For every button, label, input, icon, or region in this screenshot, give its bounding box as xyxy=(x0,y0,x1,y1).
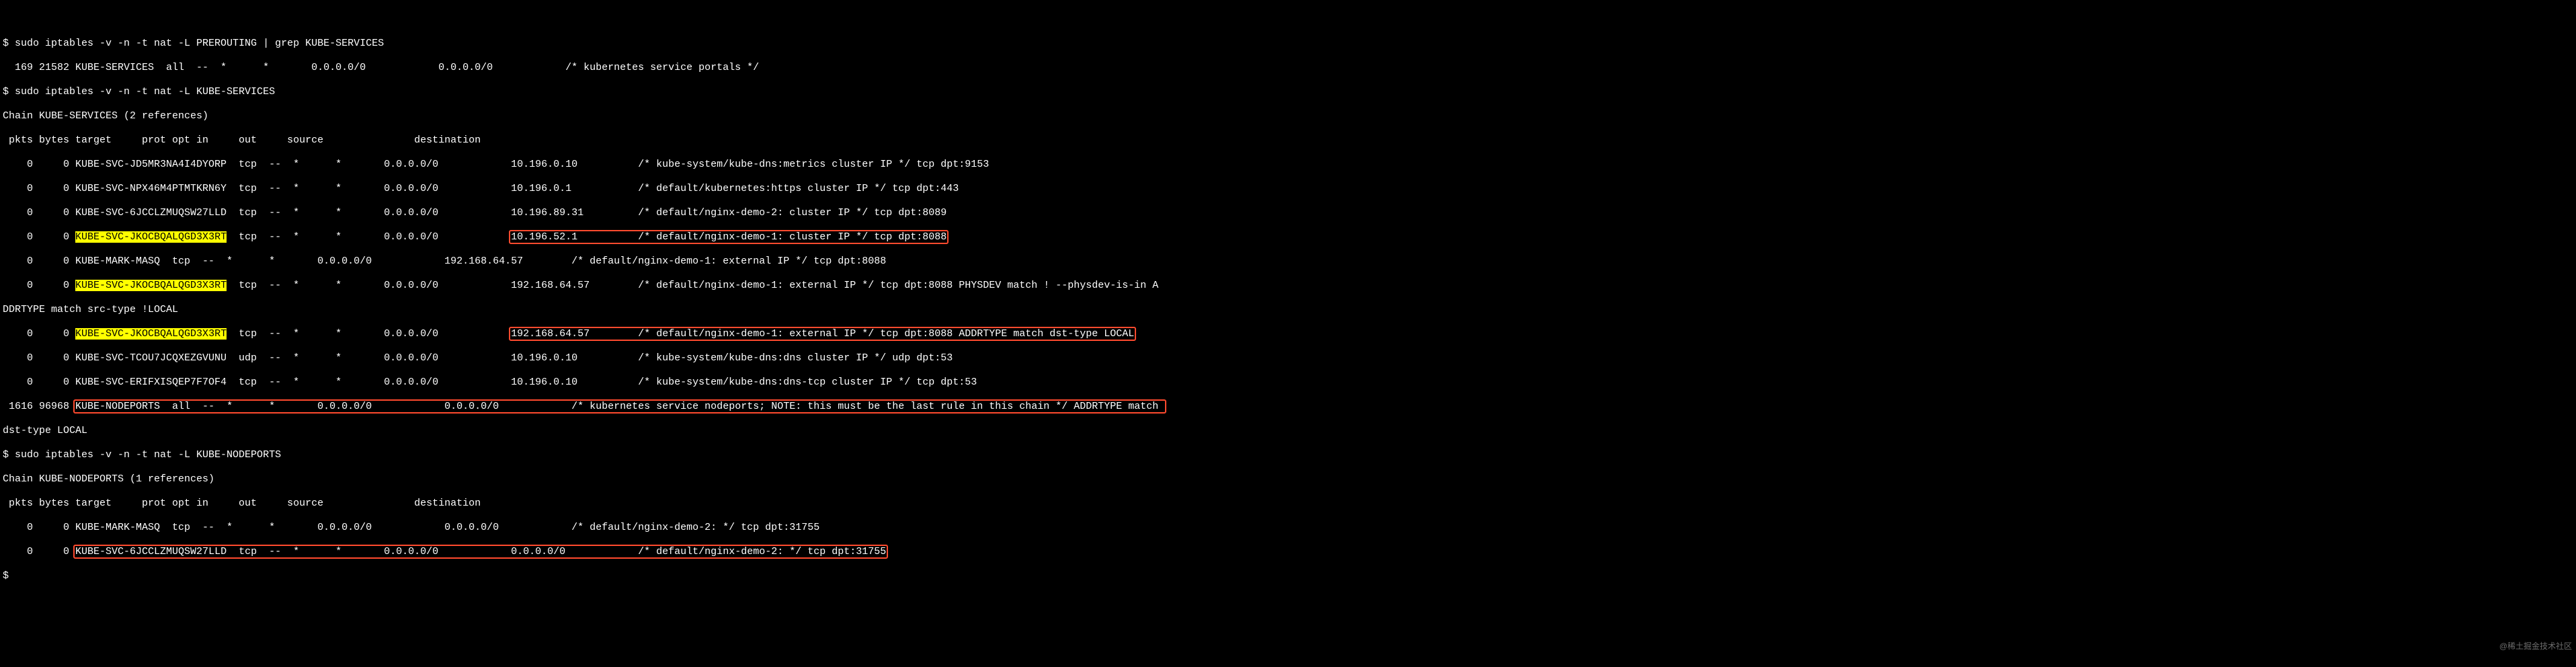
term-line: pkts bytes target prot opt in out source… xyxy=(3,498,2573,510)
rule-prefix: 0 0 xyxy=(3,231,75,243)
term-line: pkts bytes target prot opt in out source… xyxy=(3,134,2573,147)
term-line: 0 0 KUBE-SVC-6JCCLZMUQSW27LLD tcp -- * *… xyxy=(3,207,2573,219)
term-line: DDRTYPE match src-type !LOCAL xyxy=(3,304,2573,316)
term-line: 0 0 KUBE-SVC-JD5MR3NA4I4DYORP tcp -- * *… xyxy=(3,159,2573,171)
chain-header: Chain KUBE-NODEPORTS (1 references) xyxy=(3,473,214,485)
term-line: 1616 96968 KUBE-NODEPORTS all -- * * 0.0… xyxy=(3,401,2573,413)
chain-header: Chain KUBE-SERVICES (2 references) xyxy=(3,110,208,122)
rule-wrap: DDRTYPE match src-type !LOCAL xyxy=(3,304,178,315)
term-line: Chain KUBE-SERVICES (2 references) xyxy=(3,110,2573,122)
rule-tail: tcp -- * * 0.0.0.0/0 192.168.64.57 /* de… xyxy=(227,280,1158,291)
nodeports-box: KUBE-NODEPORTS all -- * * 0.0.0.0/0 0.0.… xyxy=(73,399,1166,414)
term-line: 0 0 KUBE-SVC-JKOCBQALQGD3X3RT tcp -- * *… xyxy=(3,231,2573,243)
col-header: pkts bytes target prot opt in out source… xyxy=(3,498,481,509)
term-line: 0 0 KUBE-MARK-MASQ tcp -- * * 0.0.0.0/0 … xyxy=(3,256,2573,268)
term-line: $ xyxy=(3,570,2573,582)
rule-prefix: 1616 96968 xyxy=(3,401,75,412)
rule: 0 0 KUBE-SVC-TCOU7JCQXEZGVUNU udp -- * *… xyxy=(3,352,953,364)
svc-highlight: KUBE-SVC-JKOCBQALQGD3X3RT xyxy=(75,328,227,340)
rule-mid: tcp -- * * 0.0.0.0/0 xyxy=(227,328,511,340)
prompt[interactable]: $ xyxy=(3,570,15,582)
cluster-ip-box: 10.196.52.1 /* default/nginx-demo-1: clu… xyxy=(509,230,949,244)
term-line: 0 0 KUBE-SVC-ERIFXISQEP7F7OF4 tcp -- * *… xyxy=(3,377,2573,389)
term-line: 0 0 KUBE-SVC-TCOU7JCQXEZGVUNU udp -- * *… xyxy=(3,352,2573,364)
term-line: 0 0 KUBE-SVC-NPX46M4PTMTKRN6Y tcp -- * *… xyxy=(3,183,2573,195)
output: 169 21582 KUBE-SERVICES all -- * * 0.0.0… xyxy=(3,62,759,73)
term-line: 0 0 KUBE-SVC-6JCCLZMUQSW27LLD tcp -- * *… xyxy=(3,546,2573,558)
rule-prefix: 0 0 xyxy=(3,280,75,291)
term-line: Chain KUBE-NODEPORTS (1 references) xyxy=(3,473,2573,485)
rule: 0 0 KUBE-SVC-ERIFXISQEP7F7OF4 tcp -- * *… xyxy=(3,377,977,388)
rule-wrap: dst-type LOCAL xyxy=(3,425,87,436)
term-line: dst-type LOCAL xyxy=(3,425,2573,437)
term-line: 169 21582 KUBE-SERVICES all -- * * 0.0.0… xyxy=(3,62,2573,74)
svc-highlight: KUBE-SVC-JKOCBQALQGD3X3RT xyxy=(75,280,227,291)
nodeport-svc-box: KUBE-SVC-6JCCLZMUQSW27LLD tcp -- * * 0.0… xyxy=(73,545,888,559)
svc-highlight: KUBE-SVC-JKOCBQALQGD3X3RT xyxy=(75,231,227,243)
rule: 0 0 KUBE-MARK-MASQ tcp -- * * 0.0.0.0/0 … xyxy=(3,256,886,267)
cmd: $ sudo iptables -v -n -t nat -L PREROUTI… xyxy=(3,38,384,49)
watermark-text: @稀土掘金技术社区 xyxy=(2499,640,2572,652)
rule: 0 0 KUBE-SVC-NPX46M4PTMTKRN6Y tcp -- * *… xyxy=(3,183,959,194)
cmd: $ sudo iptables -v -n -t nat -L KUBE-NOD… xyxy=(3,449,281,461)
rule: 0 0 KUBE-SVC-JD5MR3NA4I4DYORP tcp -- * *… xyxy=(3,159,989,170)
external-ip-box: 192.168.64.57 /* default/nginx-demo-1: e… xyxy=(509,327,1136,341)
rule: 0 0 KUBE-SVC-6JCCLZMUQSW27LLD tcp -- * *… xyxy=(3,207,947,219)
term-line: 0 0 KUBE-MARK-MASQ tcp -- * * 0.0.0.0/0 … xyxy=(3,522,2573,534)
term-line: $ sudo iptables -v -n -t nat -L KUBE-NOD… xyxy=(3,449,2573,461)
term-line: 0 0 KUBE-SVC-JKOCBQALQGD3X3RT tcp -- * *… xyxy=(3,328,2573,340)
rule-mid: tcp -- * * 0.0.0.0/0 xyxy=(227,231,511,243)
term-line: $ sudo iptables -v -n -t nat -L PREROUTI… xyxy=(3,38,2573,50)
rule-prefix: 0 0 xyxy=(3,546,75,557)
cmd: $ sudo iptables -v -n -t nat -L KUBE-SER… xyxy=(3,86,275,97)
term-line: 0 0 KUBE-SVC-JKOCBQALQGD3X3RT tcp -- * *… xyxy=(3,280,2573,292)
term-line: $ sudo iptables -v -n -t nat -L KUBE-SER… xyxy=(3,86,2573,98)
rule: 0 0 KUBE-MARK-MASQ tcp -- * * 0.0.0.0/0 … xyxy=(3,522,819,533)
rule-prefix: 0 0 xyxy=(3,328,75,340)
col-header: pkts bytes target prot opt in out source… xyxy=(3,134,481,146)
